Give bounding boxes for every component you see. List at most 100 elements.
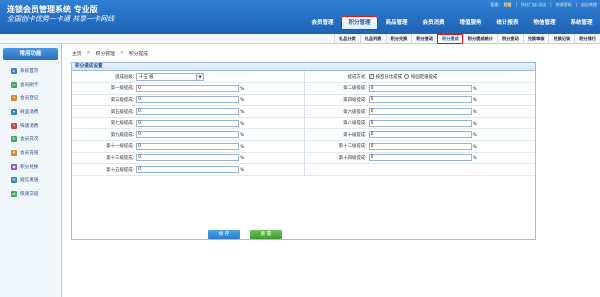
sidebar: 常用功能 ⌂ 系统首页 ▭ 会员刷卡 + 会员登记 ▾ 商品消费 ϟ 快速消费 ↻ 会员充次… [0, 44, 62, 297]
level-6-field: 0% [368, 105, 535, 118]
sidebar-item-label: 快速交班 [20, 192, 39, 198]
table-row: 第十五级提成: 0% [72, 163, 535, 176]
divider: | [575, 2, 577, 7]
level-6-input[interactable]: 0 [368, 108, 472, 116]
sub-nav-commission-stats[interactable]: 积分提成统计 [462, 34, 497, 44]
sub-nav-points-exchange[interactable]: 积分兑换 [385, 34, 412, 44]
sub-nav-gift-list[interactable]: 礼品列表 [359, 34, 386, 44]
sidebar-item-label: 系统首页 [20, 68, 39, 74]
breadcrumb-separator: > [86, 50, 91, 56]
level-5-input[interactable]: 0 [136, 108, 240, 116]
sidebar-item-home[interactable]: ⌂ 系统首页 [0, 64, 61, 78]
sub-nav-points-change-2[interactable]: 积分变动 [496, 34, 523, 44]
method-options: ✓ 按百分比提成 按固定值提成 [368, 74, 535, 80]
main-nav-info[interactable]: 物信管理 [526, 16, 563, 30]
store-label: 所在门店:总店 [520, 2, 547, 7]
table-row: 第三级提成: 0% 第四级提成: 0% [72, 94, 535, 107]
sub-nav-gift-category[interactable]: 礼品分类 [333, 34, 360, 44]
level-5-label: 第五级提成: [72, 105, 137, 118]
main-nav-member[interactable]: 会员管理 [304, 16, 341, 30]
level-12-input[interactable]: 0 [368, 142, 472, 150]
header: 连锁会员管理系统 专业版 全国创卡优势一卡通 共享一卡网线 管理: 超管 | 所… [0, 0, 600, 34]
sidebar-item-points-exchange[interactable]: ◆ 积分兑换 [0, 160, 61, 174]
save-button[interactable]: 保 存 [208, 230, 240, 239]
table-row: 第七级提成: 0% 第八级提成: 0% [72, 117, 535, 130]
level-select[interactable]: 十五 级 ▼ [136, 72, 205, 81]
sidebar-item-recharge-times[interactable]: ↻ 会员充次 [0, 132, 61, 146]
empty-field [368, 163, 535, 176]
level-13-input[interactable]: 0 [136, 154, 240, 162]
breadcrumb-current: 积分提成 [128, 51, 149, 57]
sidebar-item-quick-consume[interactable]: ϟ 快速消费 [0, 119, 61, 133]
level-2-input[interactable]: 0 [368, 84, 472, 92]
main-nav-reports[interactable]: 统计报表 [489, 16, 526, 30]
percent-unit: % [240, 86, 245, 92]
method-percent-checkbox[interactable]: ✓ [368, 74, 374, 80]
percent-unit: % [240, 121, 245, 127]
level-2-label: 第二级提成: [304, 82, 369, 95]
level-9-field: 0% [136, 128, 305, 142]
level-6-label: 第六级提成: [304, 105, 369, 118]
level-9-input[interactable]: 0 [136, 131, 240, 139]
sidebar-item-recharge-money[interactable]: ¥ 会员充值 [0, 146, 61, 160]
sidebar-item-handover[interactable]: ⇄ 快速交班 [0, 187, 61, 201]
level-12-label: 第十二级提成: [304, 140, 369, 153]
percent-unit: % [472, 144, 477, 150]
percent-unit: % [472, 156, 477, 162]
level-10-label: 第十级提成: [304, 128, 369, 142]
percent-unit: % [472, 98, 477, 104]
table-row: 第十三级提成: 0% 第十四级提成: 0% [72, 152, 535, 165]
sidebar-item-goods-consume[interactable]: ▾ 商品消费 [0, 105, 61, 119]
percent-unit: % [240, 168, 245, 174]
level-15-input[interactable]: 0 [136, 166, 240, 174]
sidebar-item-swipe-card[interactable]: ▭ 会员刷卡 [0, 78, 61, 92]
chevron-down-icon: ▼ [196, 73, 204, 80]
level-5-field: 0% [136, 105, 305, 118]
sub-nav-points-commission[interactable]: 积分提成 [437, 34, 463, 44]
reset-button[interactable]: 重 置 [250, 230, 282, 239]
level-14-input[interactable]: 0 [368, 154, 472, 162]
sub-nav-exchange-records[interactable]: 兑换记录 [548, 34, 574, 44]
level-8-input[interactable]: 0 [368, 119, 472, 127]
method-fixed-radio[interactable] [403, 74, 409, 80]
level-3-input[interactable]: 0 [136, 96, 240, 104]
main-nav-value-added[interactable]: 增值服务 [452, 16, 489, 30]
card-icon: ▭ [11, 81, 17, 88]
level-7-input[interactable]: 0 [136, 119, 240, 127]
percent-unit: % [240, 156, 245, 162]
breadcrumb-points[interactable]: 积分管理 [96, 50, 115, 57]
level-15-label: 第十五级提成: [72, 163, 137, 176]
level-8-label: 第八级提成: [304, 117, 369, 130]
level-11-input[interactable]: 0 [136, 142, 240, 150]
sidebar-item-sms[interactable]: ✉ 短信发送 [0, 174, 61, 188]
level-2-field: 0% [368, 82, 535, 95]
sub-nav-points-change[interactable]: 积分变动 [411, 34, 437, 44]
sub-nav-exchange-review[interactable]: 兑换审核 [522, 34, 549, 44]
main-content: 主页 > 积分管理 > 积分提成 积分提成设置 提成层级: 十五 级 ▼ 提成方式… [68, 44, 600, 297]
breadcrumb-home[interactable]: 主页 [72, 50, 82, 57]
sidebar-title: 常用功能 [3, 48, 58, 60]
level-1-input[interactable]: 0 [136, 84, 240, 92]
level-4-input[interactable]: 0 [368, 96, 472, 104]
sidebar-item-register[interactable]: + 会员登记 [0, 91, 61, 105]
lightning-icon: ϟ [11, 122, 17, 129]
percent-unit: % [240, 144, 245, 150]
recharge-icon: ↻ [11, 136, 17, 143]
form-buttons: 保 存 重 置 [208, 230, 282, 239]
table-row: 第一级提成: 0% 第二级提成: 0% [72, 82, 535, 95]
panel-title: 积分提成设置 [72, 63, 535, 71]
level-10-input[interactable]: 0 [368, 131, 472, 139]
main-nav-system[interactable]: 系统管理 [563, 16, 600, 30]
change-password-link[interactable]: 修改密码 [556, 2, 572, 8]
sidebar-item-label: 商品消费 [20, 109, 39, 115]
logout-link[interactable]: 退出系统 [581, 2, 597, 8]
sub-nav: 礼品分类 礼品列表 积分兑换 积分变动 积分提成 积分提成统计 积分变动 兑换审… [0, 34, 600, 44]
sub-nav-points-ranking[interactable]: 积分排行 [574, 34, 600, 44]
main-nav-consume[interactable]: 会员消费 [415, 16, 452, 30]
main-nav-goods[interactable]: 商品管理 [378, 16, 415, 30]
level-3-field: 0% [136, 94, 305, 107]
method-field: ✓ 按百分比提成 按固定值提成 [368, 71, 535, 84]
level-11-label: 第十一级提成: [72, 140, 137, 153]
level-1-label: 第一级提成: [72, 82, 137, 95]
main-nav-points[interactable]: 积分管理 [341, 16, 378, 30]
